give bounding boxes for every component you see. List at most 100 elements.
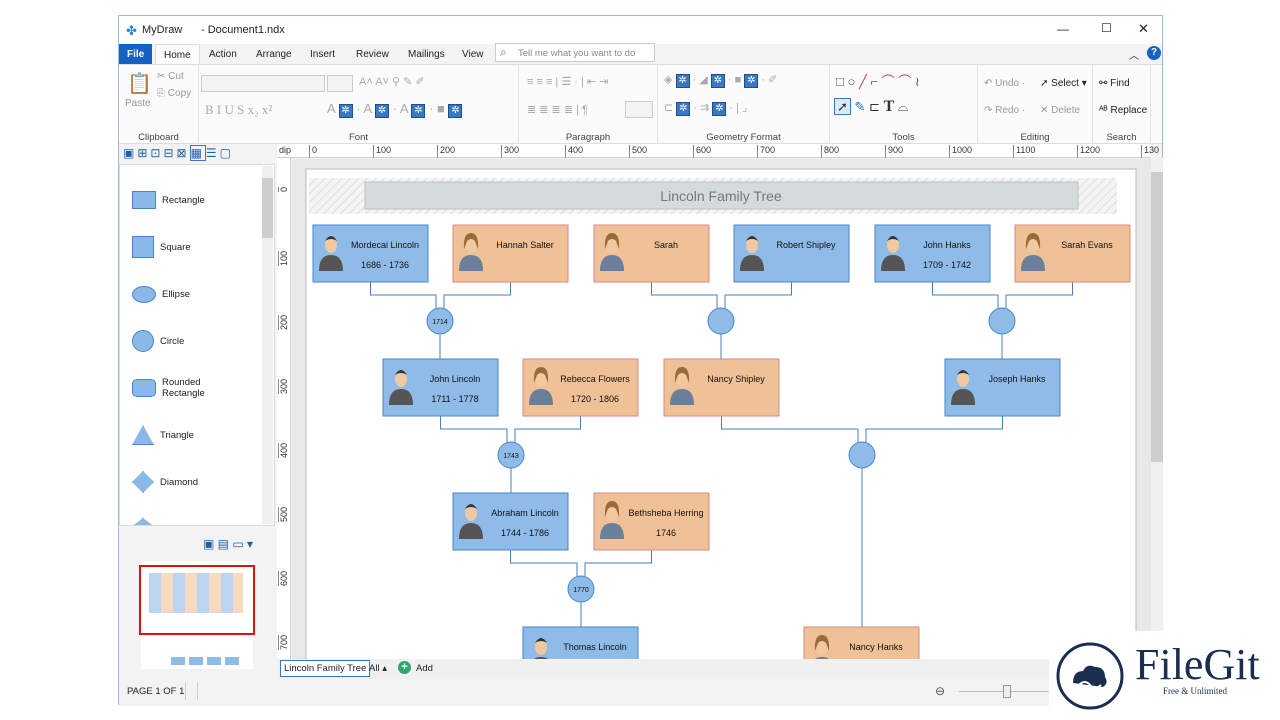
drawing-tools[interactable]: □ ○ ╱ ⌐ ⌒ ⌒ ≀ (836, 71, 920, 90)
shape-item-triangle[interactable]: Triangle (132, 420, 220, 450)
person-node[interactable]: Abraham Lincoln 1744 - 1786 (452, 492, 569, 551)
copy-button[interactable]: ⎘ Copy (157, 88, 191, 99)
help-icon[interactable]: ? (1147, 46, 1161, 60)
line-icons[interactable]: ⊏ ✲ · ⇉ ✲ · | ⌟ (664, 101, 747, 116)
person-node[interactable]: Robert Shipley (733, 224, 850, 283)
tab-mailings[interactable]: Mailings (400, 44, 453, 65)
replace-button[interactable]: ᴬᴮ Replace (1099, 105, 1147, 116)
editing-label: Editing (1020, 132, 1050, 143)
shape-item-rect[interactable]: Rectangle (132, 185, 222, 215)
font-family-select[interactable] (201, 75, 325, 92)
ruler-tick: 0 (278, 187, 289, 193)
person-node[interactable]: Sarah Evans (1014, 224, 1131, 283)
page-tab-current[interactable]: Lincoln Family Tree (280, 660, 371, 677)
vertical-scrollbar[interactable] (1151, 158, 1163, 659)
close-button[interactable]: ✕ (1138, 21, 1149, 37)
person-node[interactable]: Thomas Lincoln (522, 626, 639, 659)
delete-button[interactable]: ✕ Delete (1040, 105, 1080, 116)
tab-review[interactable]: Review (348, 44, 397, 65)
shape-label: Triangle (160, 429, 194, 441)
person-node[interactable]: Joseph Hanks (944, 358, 1061, 417)
shape-item-circle[interactable]: Circle (132, 326, 220, 356)
thumbnail-preview-bottom (171, 657, 241, 665)
editing-group: ↶ Undo · ➚ Select ▾ ↷ Redo · ✕ Delete Ed… (978, 65, 1093, 145)
all-pages-button[interactable]: All ▴ (369, 663, 387, 674)
search-icon: ⌕ (500, 45, 507, 59)
app-name: MyDraw (142, 24, 183, 36)
search-input[interactable]: Tell me what you want to do (518, 48, 635, 59)
grow-font-icon[interactable]: A˄ A˅ ⚲ ✎ ✐ (359, 75, 425, 88)
shape-label: Square (160, 241, 191, 253)
tab-action[interactable]: Action (201, 44, 245, 65)
font-size-select[interactable] (327, 75, 353, 92)
copy-label: Copy (167, 88, 192, 99)
vertical-ruler: 0 100 200 300 400 500 600 700 (277, 158, 291, 659)
shape-item-square[interactable]: Square (132, 232, 220, 262)
add-page-icon[interactable]: + (398, 661, 411, 674)
text-style-buttons[interactable]: B I U S x₂ x² (205, 102, 272, 118)
shape-item-diamond[interactable]: Diamond (132, 467, 220, 497)
thumbnail-preview (149, 573, 243, 613)
tab-insert[interactable]: Insert (302, 44, 343, 65)
paste-button[interactable]: Paste (125, 98, 151, 109)
person-node[interactable]: John Hanks 1709 - 1742 (874, 224, 991, 283)
person-node[interactable]: Nancy Hanks (803, 626, 920, 659)
tab-file[interactable]: File (119, 44, 153, 65)
paragraph-group: ≡ ≡ ≡ | ☰ · | ⇤ ⇥ ≣ ≣ ≣ ≣ | ¶ Paragraph (519, 65, 658, 145)
shapes-panel: ▣⊞⊡⊟⊠▦☰▢ Rectangle Square Ellipse Circle Rou… (119, 144, 277, 684)
pointer-tools[interactable]: ➚ ✎ ⊏ T ⌓ (834, 98, 908, 116)
person-node[interactable]: Sarah (593, 224, 710, 283)
ruler-tick: 1100 (1013, 145, 1035, 158)
zoom-slider-thumb[interactable] (1003, 685, 1011, 698)
align-icons[interactable]: ≡ ≡ ≡ | ☰ · | ⇤ ⇥ (527, 75, 608, 88)
thumbnail-navigator[interactable] (139, 561, 255, 669)
find-button[interactable]: ⚯ Find (1099, 78, 1130, 89)
search-box[interactable]: ⌕ Tell me what you want to do (495, 43, 655, 62)
redo-button[interactable]: ↷ Redo · (984, 105, 1025, 116)
shape-item-ellipse[interactable]: Ellipse (132, 279, 222, 309)
ruler-tick: 400 (565, 145, 583, 158)
filegit-watermark: FileGit Free & Unlimited (1049, 631, 1270, 720)
person-node[interactable]: John Lincoln 1711 - 1778 (382, 358, 499, 417)
shape-item-rounded[interactable]: Rounded Rectangle (132, 373, 222, 403)
tab-arrange[interactable]: Arrange (248, 44, 300, 65)
shapes-scrollbar[interactable] (262, 166, 273, 524)
undo-button[interactable]: ↶ Undo · (984, 78, 1025, 89)
view-mode-icons[interactable]: ▣ ▤ ▭ ▾ (203, 537, 253, 551)
person-node[interactable]: Mordecai Lincoln 1686 - 1736 (312, 224, 429, 283)
collapse-ribbon-icon[interactable]: ︿ (1129, 47, 1139, 62)
cut-button[interactable]: ✂ Cut (157, 71, 184, 82)
minimize-button[interactable]: — (1057, 22, 1069, 36)
justify-icons[interactable]: ≣ ≣ ≣ ≣ | ¶ (527, 103, 588, 116)
person-box (944, 358, 1061, 417)
marriage-node[interactable] (707, 307, 735, 335)
select-button[interactable]: ➚ Select ▾ (1040, 78, 1087, 89)
spacing-select[interactable] (625, 101, 653, 118)
panel-toolbar-icons[interactable]: ▣⊞⊡⊟⊠▦☰▢ (123, 145, 234, 161)
person-node[interactable]: Rebecca Flowers 1720 - 1806 (522, 358, 639, 417)
font-group: A˄ A˅ ⚲ ✎ ✐ B I U S x₂ x² A ✲ · A ✲ · A … (199, 65, 519, 145)
text-color-icon[interactable]: A ✲ · A ✲ · A ✲ · ■ ✲ (327, 101, 463, 118)
zoom-slider[interactable] (959, 685, 1059, 698)
zoom-out-icon[interactable]: ⊖ (935, 684, 945, 698)
person-node[interactable]: Bethsheba Herring 1746 (593, 492, 710, 551)
person-name: John Lincoln (430, 374, 481, 384)
ruler-tick: 500 (278, 507, 289, 523)
person-box (382, 358, 499, 417)
diamond-shape-icon (132, 471, 154, 493)
delete-label: Delete (1051, 105, 1081, 116)
redo-label: Redo (995, 105, 1020, 116)
tab-view[interactable]: View (454, 44, 492, 65)
fill-icons[interactable]: ◈ ✲ · ◢ ✲ · ■ ✲ · ✐ (664, 73, 777, 88)
tab-home[interactable]: Home (155, 44, 200, 66)
shape-item-pentagon[interactable]: Pentagon (132, 514, 220, 525)
marriage-node[interactable] (988, 307, 1016, 335)
drawing-canvas[interactable]: Lincoln Family Tree Mordecai Lincoln 1686 … (292, 159, 1151, 659)
horizontal-ruler: dip 0 100 200 300 400 500 600 700 800 900 1000 1100… (277, 144, 1159, 158)
maximize-button[interactable]: ☐ (1101, 21, 1112, 35)
ruler-tick: 900 (885, 145, 903, 158)
person-node[interactable]: Hannah Salter (452, 224, 569, 283)
person-node[interactable]: Nancy Shipley (663, 358, 780, 417)
marriage-node[interactable] (848, 441, 876, 469)
add-page-button[interactable]: Add (416, 663, 433, 674)
